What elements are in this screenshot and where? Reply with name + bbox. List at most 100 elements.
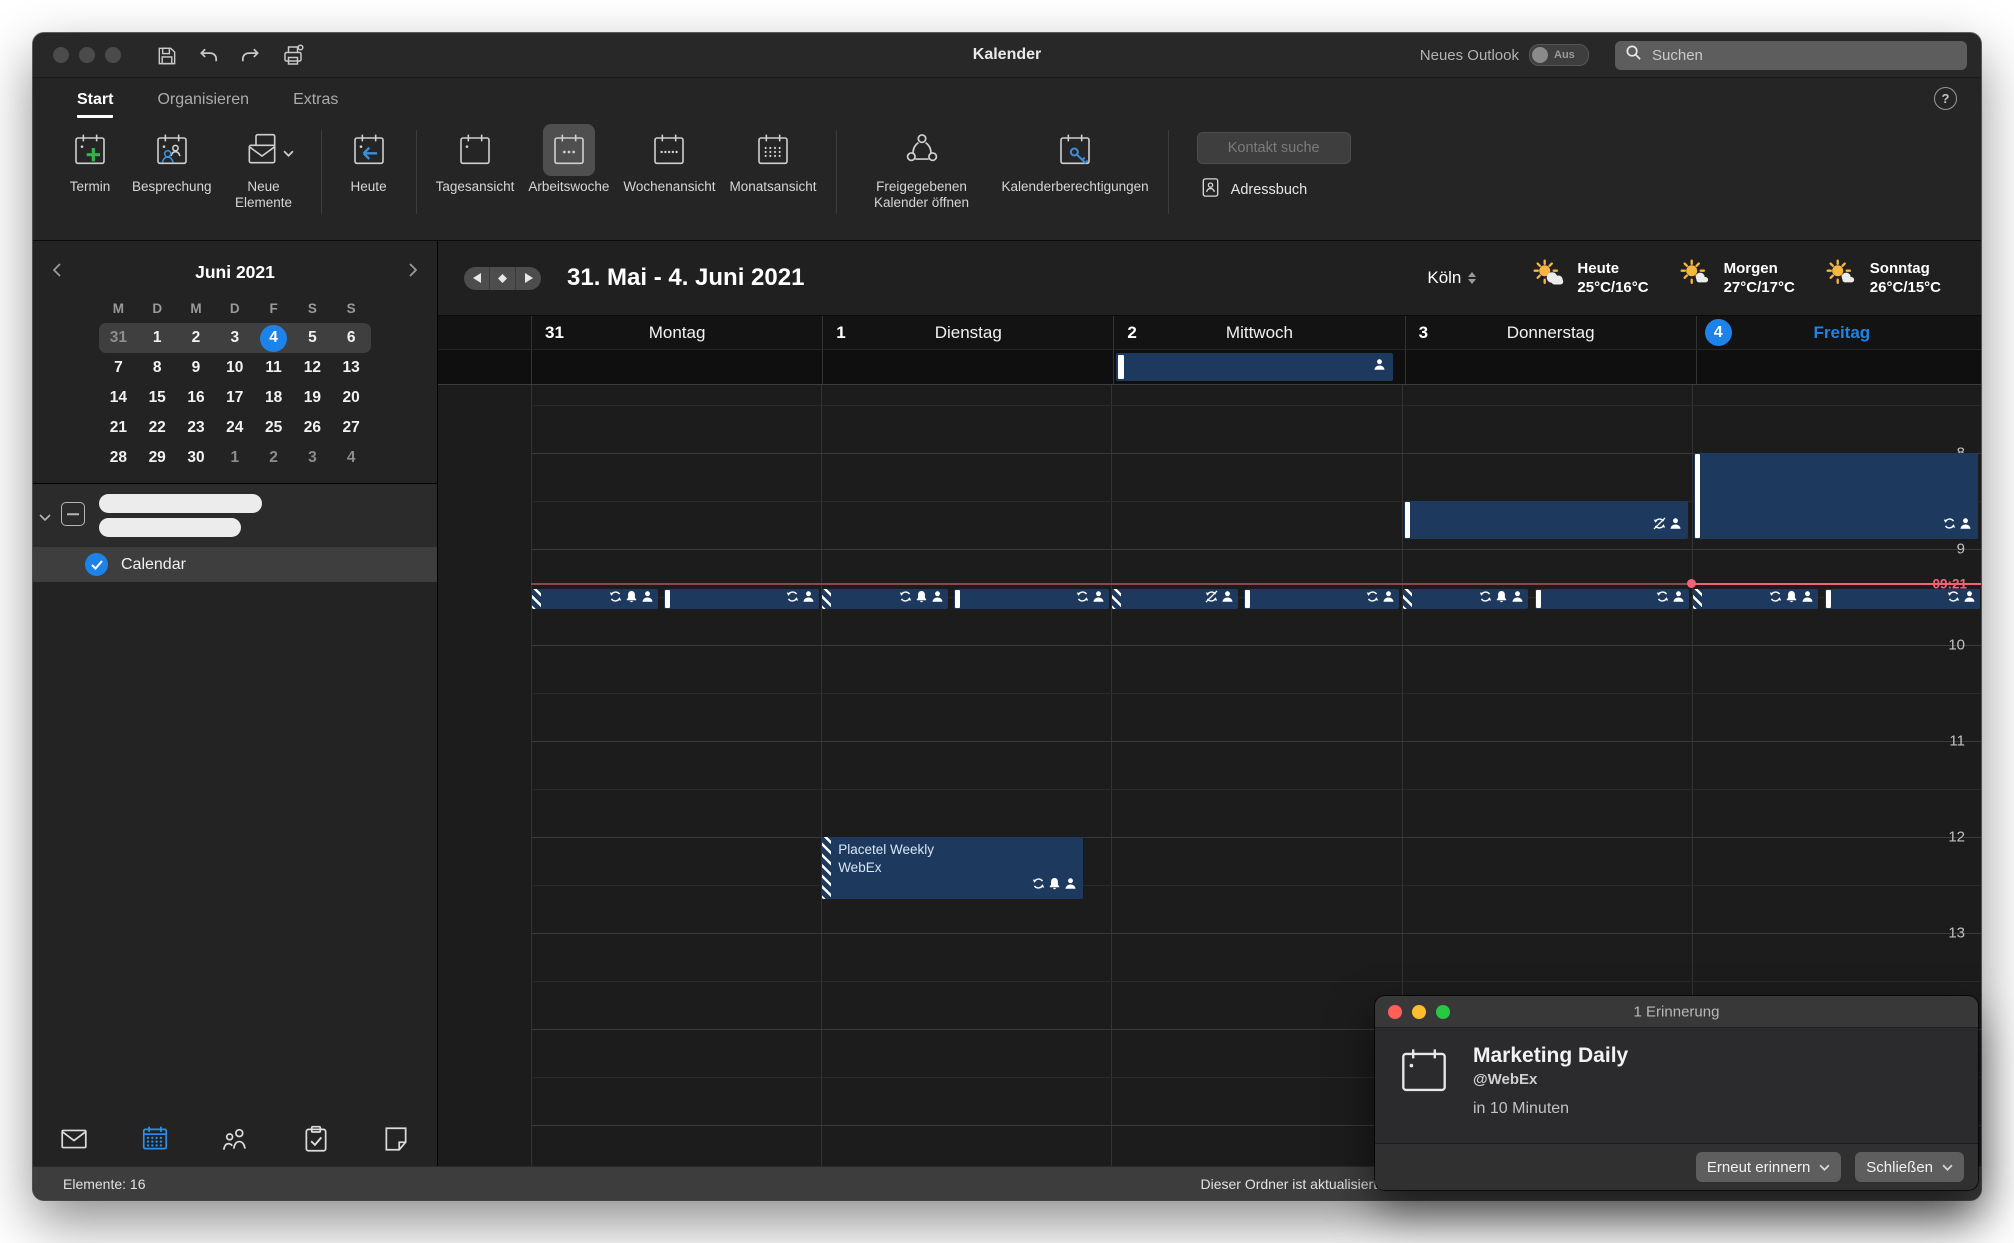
minical-day[interactable]: 1 bbox=[138, 323, 177, 353]
minical-day[interactable]: 10 bbox=[215, 353, 254, 383]
all-day-cell[interactable] bbox=[822, 350, 1113, 384]
minical-day[interactable]: 8 bbox=[138, 353, 177, 383]
zoom-button[interactable] bbox=[1436, 1005, 1450, 1019]
ribbon-button-heute[interactable]: Heute bbox=[341, 124, 397, 195]
calendar-event[interactable] bbox=[954, 589, 1109, 609]
ribbon-button-monatsansicht[interactable]: Monatsansicht bbox=[729, 124, 816, 195]
day-header-dienstag[interactable]: 1Dienstag bbox=[822, 316, 1113, 349]
all-day-cell[interactable] bbox=[1696, 350, 1981, 384]
minical-day[interactable]: 13 bbox=[332, 353, 371, 383]
close-button[interactable] bbox=[1388, 1005, 1402, 1019]
minical-day[interactable]: 9 bbox=[177, 353, 216, 383]
all-day-cell[interactable] bbox=[531, 350, 822, 384]
next-week-button[interactable] bbox=[515, 267, 541, 290]
all-day-cell[interactable] bbox=[1113, 350, 1404, 384]
all-day-event[interactable] bbox=[1116, 353, 1392, 381]
minical-day[interactable]: 5 bbox=[293, 323, 332, 353]
new-outlook-toggle[interactable]: Aus bbox=[1529, 44, 1589, 66]
snooze-button[interactable]: Erneut erinnern bbox=[1696, 1152, 1841, 1182]
calendar-module-icon[interactable] bbox=[140, 1124, 170, 1159]
ribbon-button-kalenderberechtigungen[interactable]: Kalenderberechtigungen bbox=[1002, 124, 1149, 195]
day-header-donnerstag[interactable]: 3Donnerstag bbox=[1405, 316, 1696, 349]
dismiss-button[interactable]: Schließen bbox=[1855, 1152, 1964, 1182]
minical-day[interactable]: 2 bbox=[177, 323, 216, 353]
calendar-event[interactable] bbox=[1244, 589, 1399, 609]
minical-day[interactable]: 1 bbox=[215, 443, 254, 473]
calendar-event[interactable] bbox=[532, 589, 658, 609]
mail-module-icon[interactable] bbox=[59, 1124, 89, 1159]
minical-day[interactable]: 24 bbox=[215, 413, 254, 443]
address-book-button[interactable]: Adressbuch bbox=[1197, 176, 1351, 203]
today-button[interactable] bbox=[489, 267, 515, 290]
calendar-event-placetel-weekly[interactable]: Placetel WeeklyWebEx bbox=[822, 837, 1083, 899]
minical-day[interactable]: 20 bbox=[332, 383, 371, 413]
minical-day[interactable]: 30 bbox=[177, 443, 216, 473]
minical-day[interactable]: 6 bbox=[332, 323, 371, 353]
calendar-event[interactable] bbox=[1694, 453, 1978, 539]
undo-icon[interactable] bbox=[197, 44, 220, 67]
tab-extras[interactable]: Extras bbox=[293, 91, 338, 118]
minical-day[interactable]: 3 bbox=[215, 323, 254, 353]
minical-day[interactable]: 19 bbox=[293, 383, 332, 413]
day-header-montag[interactable]: 31Montag bbox=[531, 316, 822, 349]
calendar-event[interactable] bbox=[1535, 589, 1690, 609]
ribbon-button-besprechung[interactable]: Besprechung bbox=[132, 124, 212, 195]
minical-day[interactable]: 4 bbox=[254, 323, 293, 353]
tasks-module-icon[interactable] bbox=[301, 1124, 331, 1159]
tab-start[interactable]: Start bbox=[77, 91, 113, 118]
help-icon[interactable]: ? bbox=[1934, 87, 1957, 110]
minimize-button[interactable] bbox=[1412, 1005, 1426, 1019]
save-icon[interactable] bbox=[155, 44, 178, 67]
ribbon-button-freigegebenen-kalender-ffnen[interactable]: Freigegebenen Kalender öffnen bbox=[856, 124, 988, 211]
calendar-event[interactable] bbox=[664, 589, 819, 609]
minical-day[interactable]: 3 bbox=[293, 443, 332, 473]
minical-day[interactable]: 2 bbox=[254, 443, 293, 473]
minical-day[interactable]: 28 bbox=[99, 443, 138, 473]
search-field[interactable] bbox=[1615, 41, 1967, 70]
ribbon-button-termin[interactable]: Termin bbox=[62, 124, 118, 195]
minical-day[interactable]: 26 bbox=[293, 413, 332, 443]
minical-day[interactable]: 23 bbox=[177, 413, 216, 443]
minical-day[interactable]: 18 bbox=[254, 383, 293, 413]
sidebar-item-calendar[interactable]: Calendar bbox=[33, 547, 437, 582]
ribbon-button-arbeitswoche[interactable]: Arbeitswoche bbox=[528, 124, 609, 195]
minical-day[interactable]: 15 bbox=[138, 383, 177, 413]
calendar-event[interactable] bbox=[1825, 589, 1980, 609]
all-day-cell[interactable] bbox=[1405, 350, 1696, 384]
calendar-event[interactable] bbox=[1404, 501, 1688, 539]
calendar-event[interactable] bbox=[822, 589, 948, 609]
calendar-event[interactable] bbox=[1693, 589, 1819, 609]
minical-day[interactable]: 22 bbox=[138, 413, 177, 443]
zoom-button[interactable] bbox=[105, 47, 121, 63]
notes-module-icon[interactable] bbox=[381, 1124, 411, 1159]
calendar-event[interactable] bbox=[1403, 589, 1529, 609]
minical-day[interactable]: 11 bbox=[254, 353, 293, 383]
calendar-checkbox[interactable] bbox=[85, 553, 108, 576]
day-header-mittwoch[interactable]: 2Mittwoch bbox=[1113, 316, 1404, 349]
minical-day[interactable]: 4 bbox=[332, 443, 371, 473]
people-module-icon[interactable] bbox=[220, 1124, 250, 1159]
minical-prev-icon[interactable] bbox=[53, 263, 61, 282]
ribbon-button-tagesansicht[interactable]: Tagesansicht bbox=[436, 124, 515, 195]
calendar-event[interactable] bbox=[1112, 589, 1238, 609]
search-input[interactable] bbox=[1650, 46, 1957, 65]
minical-day[interactable]: 16 bbox=[177, 383, 216, 413]
minical-day[interactable]: 7 bbox=[99, 353, 138, 383]
chevron-down-icon[interactable] bbox=[39, 508, 51, 526]
weather-location[interactable]: Köln bbox=[1427, 268, 1476, 288]
minical-day[interactable]: 31 bbox=[99, 323, 138, 353]
minical-day[interactable]: 12 bbox=[293, 353, 332, 383]
minical-day[interactable]: 21 bbox=[99, 413, 138, 443]
minical-day[interactable]: 29 bbox=[138, 443, 177, 473]
minical-day[interactable]: 14 bbox=[99, 383, 138, 413]
ribbon-button-neue-elemente[interactable]: Neue Elemente bbox=[226, 124, 302, 211]
tab-organisieren[interactable]: Organisieren bbox=[157, 91, 249, 118]
ribbon-button-wochenansicht[interactable]: Wochenansicht bbox=[623, 124, 715, 195]
minical-next-icon[interactable] bbox=[409, 263, 417, 282]
minimize-button[interactable] bbox=[79, 47, 95, 63]
minical-day[interactable]: 17 bbox=[215, 383, 254, 413]
prev-week-button[interactable] bbox=[464, 267, 489, 290]
minical-day[interactable]: 27 bbox=[332, 413, 371, 443]
collapse-box-icon[interactable] bbox=[61, 502, 85, 526]
close-button[interactable] bbox=[53, 47, 69, 63]
